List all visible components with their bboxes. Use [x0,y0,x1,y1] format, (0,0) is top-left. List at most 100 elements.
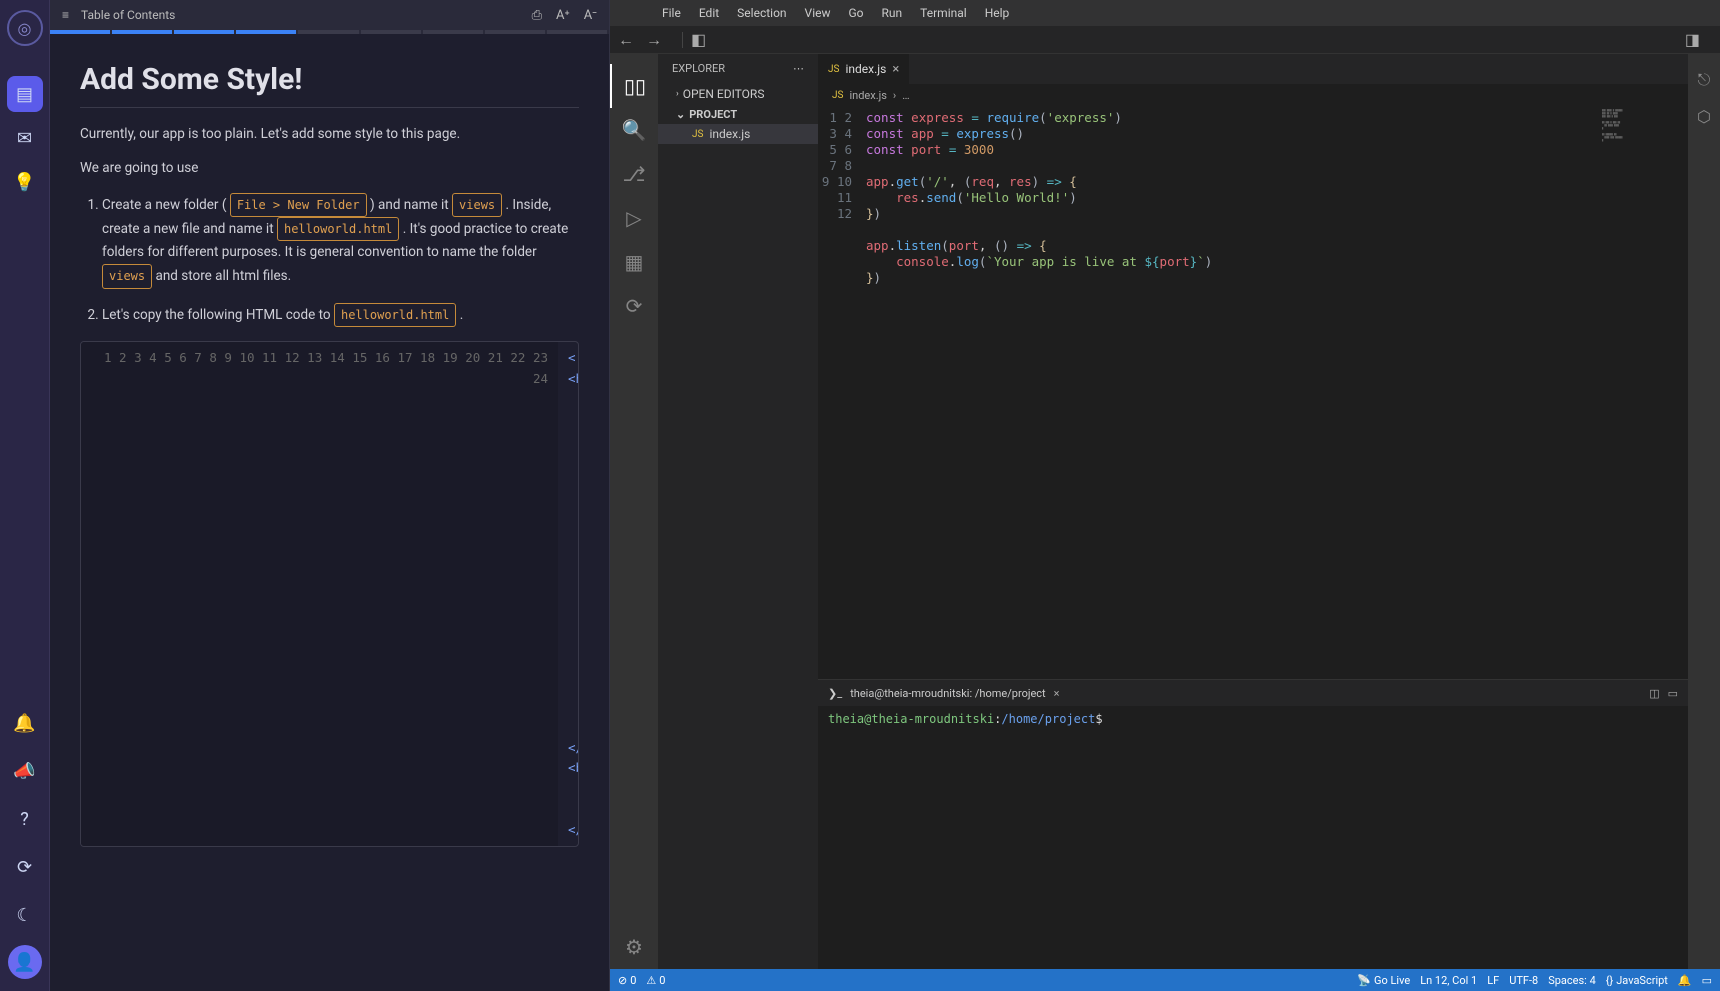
chat-tab-button[interactable]: ✉ [7,120,43,156]
theme-toggle-icon[interactable]: ☾ [7,897,43,933]
kbd-helloworld-html-2: helloworld.html [334,303,456,327]
run-debug-icon[interactable]: ▷ [610,196,658,240]
ide-main: ▯▯ 🔍 ⎇ ▷ ▦ ⟳ ⚙ EXPLORER ⋯ › OPEN EDITORS… [610,54,1720,969]
menu-view[interactable]: View [805,6,831,20]
menu-run[interactable]: Run [882,6,903,20]
brand-logo: ◎ [7,10,43,46]
terminal-split-icon[interactable]: ◫ [1649,687,1659,700]
kbd-views: views [452,193,502,217]
toc-menu-icon[interactable]: ≡ [62,8,69,22]
lesson-step-1: Create a new folder ( File > New Folder … [102,193,579,289]
debug-console-icon[interactable]: ⬡ [1688,98,1720,134]
editor-tabbar: JS index.js × [818,54,1688,84]
lesson-topbar: ≡ Table of Contents ⎙ A⁺ A⁻ [50,0,609,30]
js-file-icon: JS [692,129,703,140]
status-encoding[interactable]: UTF-8 [1509,974,1538,987]
toggle-panel-icon[interactable]: ◨ [1685,30,1700,49]
ide-toolbar: ← → ◧ ◨ [610,26,1720,54]
extensions-icon[interactable]: ▦ [610,240,658,284]
status-language[interactable]: {} JavaScript [1606,974,1668,987]
lesson-body: Add Some Style! Currently, our app is to… [50,34,609,991]
lesson-intro-2: We are going to use [80,158,579,178]
help-icon[interactable]: ? [7,801,43,837]
terminal-tabbar: ❯_ theia@theia-mroudnitski: /home/projec… [818,680,1688,706]
lesson-code-content: <!DOCTYPE html> <head> <title>HTML and C… [558,342,578,846]
notifications-icon[interactable]: 🔔 [7,705,43,741]
ide-right-rail: ⎋ ⬡ [1688,54,1720,969]
terminal-tab-icon: ❯_ [828,687,842,700]
status-golive[interactable]: 📡 Go Live [1357,974,1410,987]
kbd-helloworld-html: helloworld.html [277,217,399,241]
settings-gear-icon[interactable]: ⚙ [610,925,658,969]
user-avatar[interactable]: 👤 [8,945,42,979]
source-control-icon[interactable]: ⎇ [610,152,658,196]
menu-help[interactable]: Help [985,6,1010,20]
kbd-views-2: views [102,264,152,288]
lesson-step-2: Let's copy the following HTML code to he… [102,303,579,327]
explorer-header: EXPLORER ⋯ [658,54,818,83]
close-tab-icon[interactable]: × [892,62,899,77]
ide-menubar: File Edit Selection View Go Run Terminal… [610,0,1720,26]
chevron-right-icon: › [676,89,679,99]
editor-column: JS index.js × JS index.js › … 1 2 3 4 5 … [818,54,1688,969]
editor-tab-index-js[interactable]: JS index.js × [818,54,910,84]
terminal-maximize-icon[interactable]: ▭ [1668,687,1678,700]
hints-tab-button[interactable]: 💡 [7,164,43,200]
explorer-more-icon[interactable]: ⋯ [793,62,804,75]
js-file-icon: JS [832,90,843,101]
status-bell-icon[interactable]: 🔔 [1678,974,1692,987]
app-left-rail: ◎ ▤ ✉ 💡 🔔 📣 ? ⟳ ☾ 👤 [0,0,50,991]
refresh-icon[interactable]: ⟳ [7,849,43,885]
status-bar: ⊘ 0 ⚠ 0 📡 Go Live Ln 12, Col 1 LF UTF-8 … [610,969,1720,991]
explorer-title: EXPLORER [672,62,725,75]
terminal-user: theia@theia-mroudnitski [828,712,994,726]
js-file-icon: JS [828,64,839,75]
menu-edit[interactable]: Edit [699,6,719,20]
status-eol[interactable]: LF [1487,974,1499,987]
toggle-sidebar-icon[interactable]: ◧ [691,30,706,49]
print-icon[interactable]: ⎙ [532,8,542,23]
activity-bar: ▯▯ 🔍 ⎇ ▷ ▦ ⟳ ⚙ [610,54,658,969]
kbd-file-new-folder: File > New Folder [230,193,367,217]
editor-code[interactable]: const express = require('express') const… [866,106,1212,679]
terminal-tab-title[interactable]: theia@theia-mroudnitski: /home/project [850,687,1045,700]
menu-go[interactable]: Go [849,6,864,20]
editor-breadcrumb[interactable]: JS index.js › … [818,84,1688,106]
terminal-close-icon[interactable]: × [1054,687,1060,700]
toc-title[interactable]: Table of Contents [81,8,518,22]
status-line-col[interactable]: Ln 12, Col 1 [1420,974,1477,987]
status-layout-icon[interactable]: ▭ [1702,974,1712,987]
font-decrease-icon[interactable]: A⁻ [584,8,597,23]
menu-file[interactable]: File [662,6,681,20]
menu-terminal[interactable]: Terminal [920,6,967,20]
outline-icon[interactable]: ⎋ [1688,62,1720,98]
status-indent[interactable]: Spaces: 4 [1548,974,1596,987]
menu-selection[interactable]: Selection [737,6,786,20]
brand-logo-glyph: ◎ [18,19,32,38]
lesson-intro-1: Currently, our app is too plain. Let's a… [80,124,579,144]
search-icon[interactable]: 🔍 [610,108,658,152]
editor-minimap[interactable]: ███ ████ █ █████████ ██ █ ███████ ███ █ … [1598,106,1688,679]
explorer-sidebar: EXPLORER ⋯ › OPEN EDITORS ⌄ PROJECT JS i… [658,54,818,969]
lesson-tab-button[interactable]: ▤ [7,76,43,112]
file-index-js[interactable]: JS index.js [658,124,818,144]
open-editors-section[interactable]: › OPEN EDITORS [658,83,818,105]
announce-icon[interactable]: 📣 [7,753,43,789]
nav-back-icon[interactable]: ← [618,30,634,50]
chevron-down-icon: ⌄ [676,108,685,121]
explorer-icon[interactable]: ▯▯ [610,64,658,108]
lesson-pane: ≡ Table of Contents ⎙ A⁺ A⁻ Add Some Sty… [50,0,610,991]
terminal-panel: ❯_ theia@theia-mroudnitski: /home/projec… [818,679,1688,969]
font-increase-icon[interactable]: A⁺ [556,8,570,23]
sync-icon[interactable]: ⟳ [610,284,658,328]
lesson-code-gutter: 1 2 3 4 5 6 7 8 9 10 11 12 13 14 15 16 1… [81,342,558,846]
terminal[interactable]: theia@theia-mroudnitski:/home/project$ [818,706,1688,969]
project-section[interactable]: ⌄ PROJECT [658,105,818,124]
ide-pane: File Edit Selection View Go Run Terminal… [610,0,1720,991]
code-editor[interactable]: 1 2 3 4 5 6 7 8 9 10 11 12 const express… [818,106,1688,679]
editor-gutter: 1 2 3 4 5 6 7 8 9 10 11 12 [818,106,866,679]
status-warnings[interactable]: ⚠ 0 [646,974,665,987]
status-errors[interactable]: ⊘ 0 [618,974,636,987]
nav-forward-icon[interactable]: → [646,30,662,50]
lesson-heading: Add Some Style! [80,62,579,108]
